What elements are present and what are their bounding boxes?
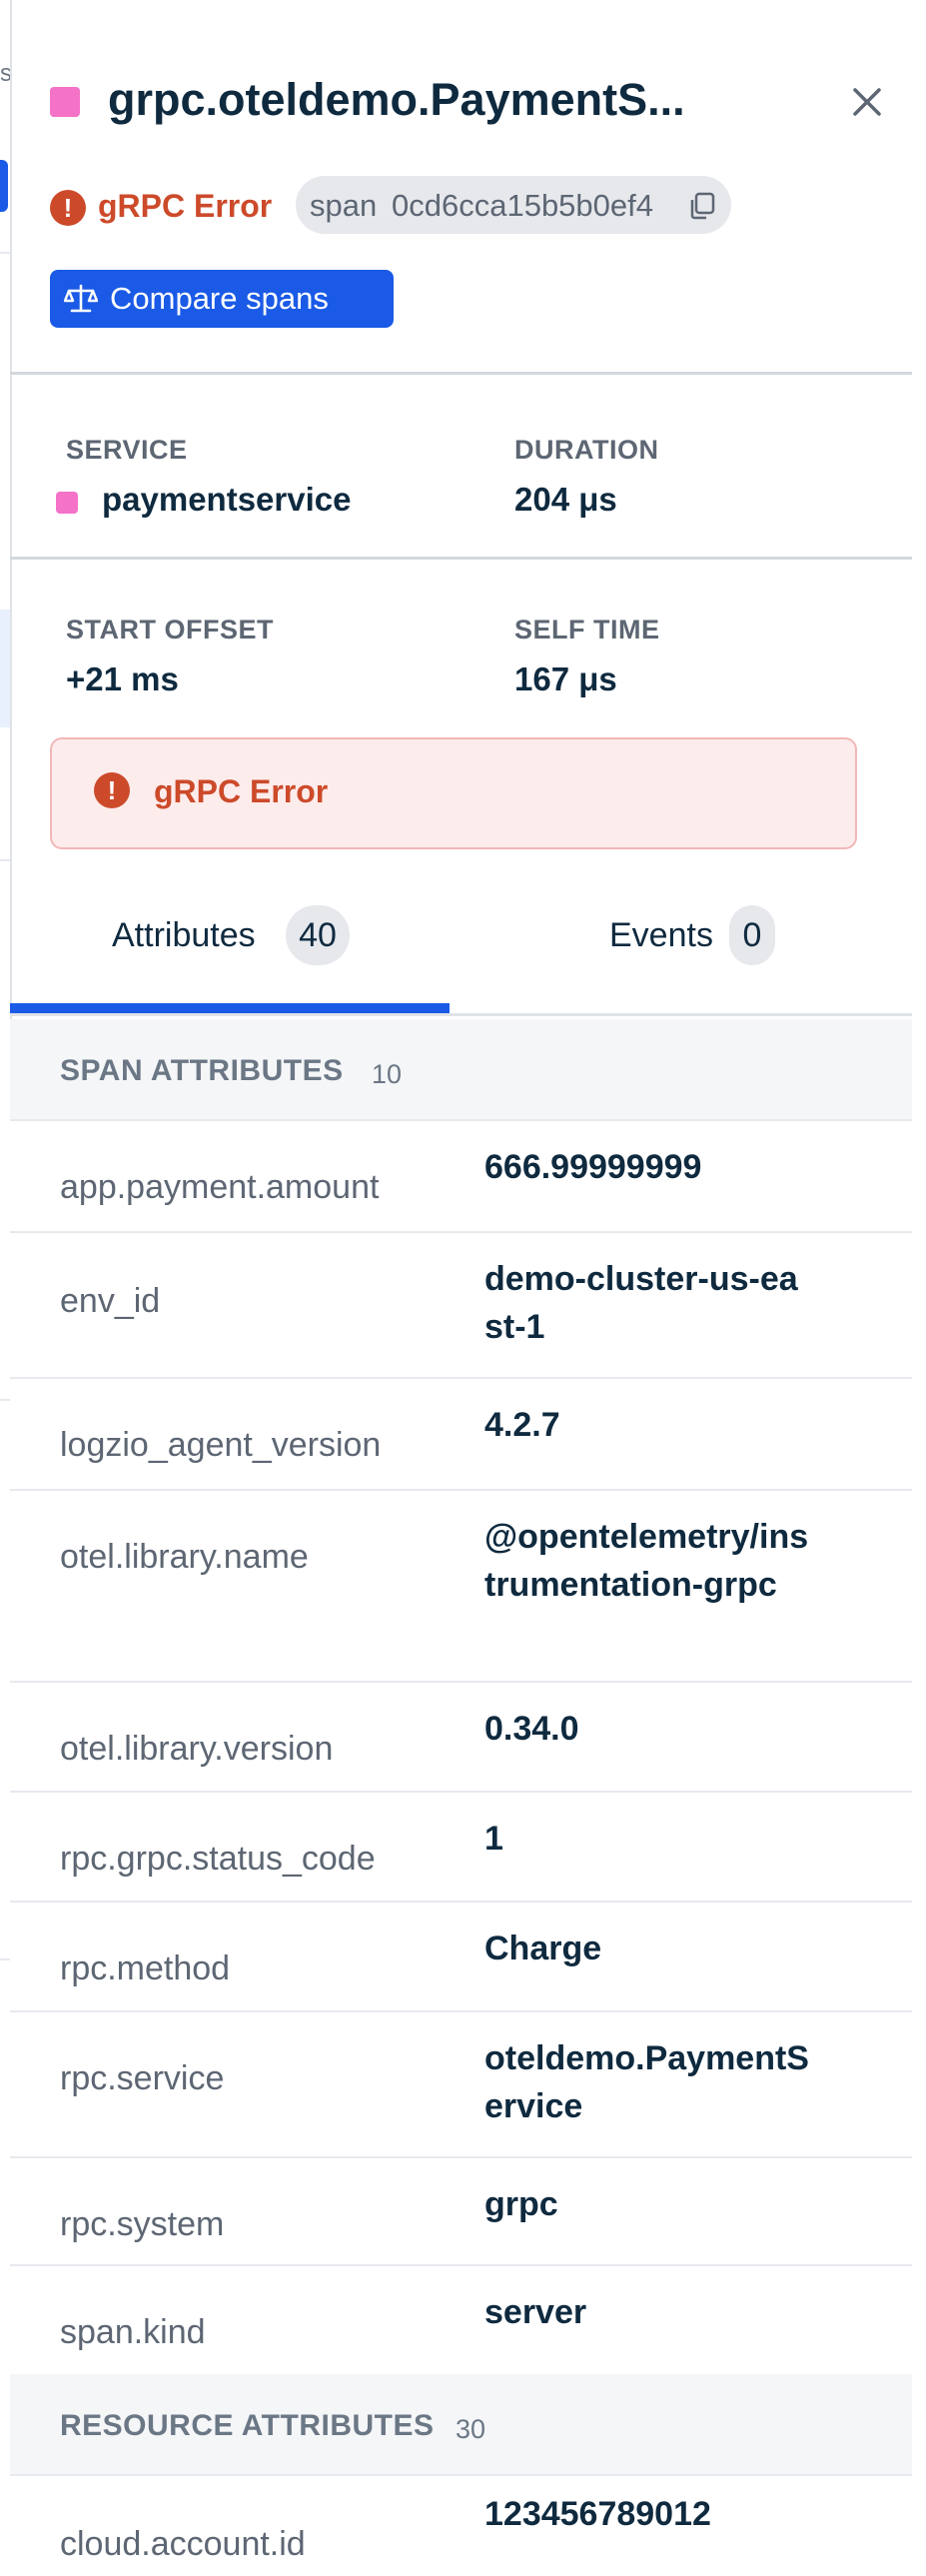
attribute-value: grpc — [484, 2185, 558, 2223]
attribute-row[interactable]: cloud.account.id 123456789012 — [10, 2476, 912, 2576]
attribute-value: 4.2.7 — [484, 1406, 560, 1444]
resource-attributes-header: RESOURCE ATTRIBUTES 30 — [10, 2374, 912, 2476]
close-icon — [853, 88, 881, 116]
attribute-row[interactable]: rpc.service oteldemo.PaymentService — [10, 2012, 912, 2158]
attribute-value: 1 — [484, 1820, 503, 1858]
attribute-key: cloud.account.id — [60, 2525, 306, 2563]
span-id-value: 0cd6cca15b5b0ef4 — [392, 188, 654, 223]
background-selected-row — [0, 610, 10, 727]
attribute-row[interactable]: otel.library.version 0.34.0 — [10, 1683, 912, 1793]
service-color-swatch — [50, 87, 80, 117]
attribute-key: rpc.service — [60, 2059, 225, 2097]
error-banner: ! gRPC Error — [50, 737, 857, 849]
resource-attributes-title: RESOURCE ATTRIBUTES — [60, 2409, 435, 2442]
tab-attributes[interactable]: Attributes 40 — [10, 879, 450, 1019]
section-divider — [10, 557, 912, 560]
start-offset-value: +21 ms — [66, 660, 179, 697]
tab-events-count: 0 — [729, 905, 775, 965]
start-offset-label: START OFFSET — [66, 615, 274, 644]
span-status-row: ! gRPC Error span 0cd6cca15b5b0ef4 — [50, 176, 869, 236]
service-color-dot — [56, 492, 78, 514]
background-divider — [0, 859, 10, 861]
attribute-key: rpc.grpc.status_code — [60, 1840, 376, 1878]
span-attributes-count: 10 — [372, 1059, 403, 1089]
error-banner-icon: ! — [94, 772, 130, 808]
attribute-row[interactable]: app.payment.amount 666.99999999 — [10, 1121, 912, 1233]
span-id-chip[interactable]: span 0cd6cca15b5b0ef4 — [296, 176, 731, 234]
self-time-label: SELF TIME — [514, 615, 660, 644]
compare-spans-button[interactable]: Compare spans — [50, 270, 394, 328]
attribute-value: @opentelemetry/instrumentation-grpc — [484, 1518, 809, 1604]
attribute-value: 123456789012 — [484, 2495, 711, 2533]
scale-icon — [64, 284, 98, 313]
attribute-row[interactable]: span.kind server — [10, 2266, 912, 2374]
span-attributes-header: SPAN ATTRIBUTES 10 — [10, 1019, 912, 1121]
attribute-value: oteldemo.PaymentService — [484, 2039, 809, 2125]
copy-button[interactable] — [687, 191, 717, 221]
attribute-key: span.kind — [60, 2313, 206, 2351]
details-tabs: Attributes 40 Events 0 — [10, 879, 912, 1019]
error-banner-label: gRPC Error — [154, 773, 329, 809]
copy-icon — [690, 192, 715, 220]
section-divider — [10, 372, 912, 375]
tab-events[interactable]: Events 0 — [450, 879, 912, 1019]
attribute-value: demo-cluster-us-east-1 — [484, 1260, 798, 1346]
attribute-row[interactable]: rpc.system grpc — [10, 2158, 912, 2266]
attribute-row[interactable]: otel.library.name @opentelemetry/instrum… — [10, 1491, 912, 1683]
attribute-row[interactable]: logzio_agent_version 4.2.7 — [10, 1379, 912, 1491]
tab-attributes-label: Attributes — [112, 916, 256, 954]
tab-attributes-count: 40 — [286, 905, 350, 965]
tab-events-label: Events — [609, 916, 713, 954]
attribute-row[interactable]: rpc.method Charge — [10, 1903, 912, 2012]
attribute-key: rpc.method — [60, 1949, 231, 1987]
compare-spans-label: Compare spans — [110, 281, 329, 316]
attribute-key: rpc.system — [60, 2205, 225, 2243]
attribute-value: server — [484, 2293, 587, 2331]
error-status-label: gRPC Error — [98, 188, 273, 224]
span-id-key: span — [310, 188, 378, 223]
resource-attributes-count: 30 — [456, 2414, 486, 2444]
background-divider — [0, 252, 10, 254]
duration-label: DURATION — [514, 435, 659, 465]
tabs-baseline — [10, 1013, 912, 1016]
active-tab-indicator — [10, 1003, 450, 1013]
background-divider — [0, 1399, 10, 1401]
background-divider — [0, 1958, 10, 1960]
attribute-value: 666.99999999 — [484, 1148, 702, 1186]
service-label: SERVICE — [66, 435, 188, 465]
span-title: grpc.oteldemo.PaymentS... — [108, 74, 685, 125]
attribute-key: app.payment.amount — [60, 1168, 380, 1206]
self-time-value: 167 μs — [514, 660, 617, 697]
span-attributes-title: SPAN ATTRIBUTES — [60, 1054, 344, 1087]
attribute-key: env_id — [60, 1282, 161, 1320]
attribute-row[interactable]: rpc.grpc.status_code 1 — [10, 1793, 912, 1903]
panel-header: grpc.oteldemo.PaymentS... — [50, 70, 881, 130]
background-selected-marker — [0, 160, 8, 212]
attribute-value: 0.34.0 — [484, 1710, 579, 1748]
attribute-key: otel.library.version — [60, 1730, 334, 1768]
close-button[interactable] — [849, 84, 885, 120]
attribute-key: otel.library.name — [60, 1538, 309, 1576]
duration-value: 204 μs — [514, 481, 617, 518]
attribute-key: logzio_agent_version — [60, 1426, 382, 1464]
attribute-row[interactable]: env_id demo-cluster-us-east-1 — [10, 1233, 912, 1379]
attribute-value: Charge — [484, 1930, 602, 1967]
service-value: paymentservice — [102, 481, 352, 518]
error-icon: ! — [50, 190, 86, 226]
